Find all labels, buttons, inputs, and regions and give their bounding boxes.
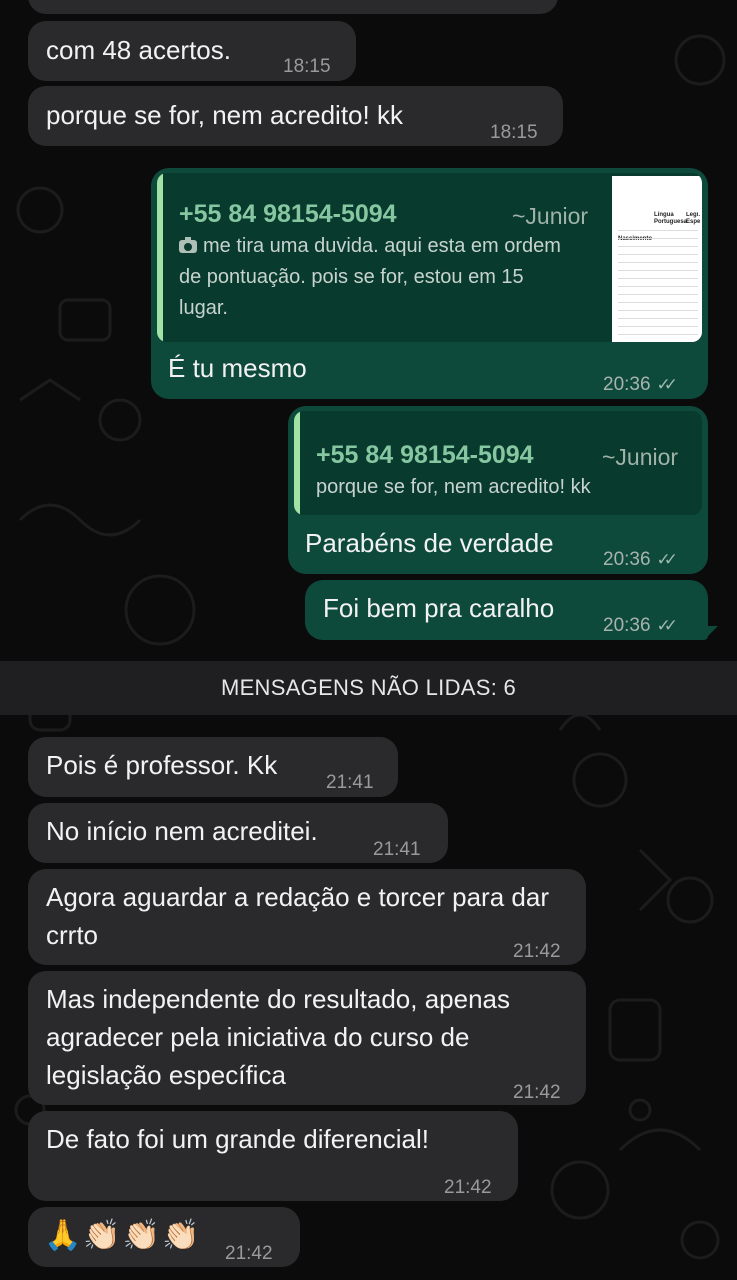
message-time: 21:41	[373, 839, 421, 860]
message-bubble-outgoing-reply[interactable]: +55 84 98154-5094 ~Junior porque se for,…	[288, 406, 708, 574]
image-thumbnail[interactable]: Nascimento Língua Portuguesa Legi. Espe	[612, 176, 702, 342]
message-text: De fato foi um grande diferencial!	[46, 1124, 429, 1154]
quoted-sender-phone: +55 84 98154-5094	[179, 200, 397, 228]
camera-icon	[179, 237, 197, 253]
message-time-value: 20:36	[603, 374, 651, 395]
message-time: 20:36 ✓✓	[603, 366, 678, 404]
double-check-icon: ✓✓	[656, 616, 678, 635]
thumbnail-row	[618, 286, 698, 287]
quoted-message[interactable]: +55 84 98154-5094 ~Junior porque se for,…	[294, 411, 702, 515]
message-text: com 48 acertos.	[46, 35, 231, 65]
quoted-sender-name: ~Junior	[512, 203, 589, 229]
message-text: Foi bem pra caralho	[323, 593, 555, 623]
bubble-tail	[704, 626, 718, 640]
message-bubble-partial[interactable]	[28, 0, 558, 14]
message-text: Pois é professor. Kk	[46, 750, 278, 780]
message-bubble-incoming[interactable]: Agora aguardar a redação e torcer para d…	[28, 869, 586, 965]
thumbnail-header: Legi. Espe	[686, 212, 701, 225]
message-time: 21:41	[326, 772, 374, 793]
quoted-text: porque se for, nem acredito! kk	[316, 476, 591, 498]
message-bubble-incoming[interactable]: 🙏👏🏻👏🏻👏🏻 21:42	[28, 1207, 300, 1267]
thumbnail-row	[618, 294, 698, 295]
message-time: 21:42	[444, 1177, 492, 1198]
quoted-message[interactable]: +55 84 98154-5094 ~Junior me tira uma du…	[157, 173, 702, 342]
message-text: porque se for, nem acredito! kk	[46, 100, 403, 130]
quote-accent-bar	[157, 173, 163, 342]
thumbnail-row	[618, 262, 698, 263]
message-text: Mas independente do resultado, apenas ag…	[46, 984, 511, 1090]
double-check-icon: ✓✓	[656, 550, 678, 569]
thumbnail-header: Nascimento	[618, 236, 653, 242]
message-time: 18:15	[490, 122, 538, 143]
message-time: 18:15	[283, 56, 331, 77]
message-text: Agora aguardar a redação e torcer para d…	[46, 882, 549, 950]
message-time: 20:36 ✓✓	[603, 607, 678, 645]
thumbnail-row	[618, 230, 698, 231]
message-bubble-incoming[interactable]: No início nem acreditei. 21:41	[28, 803, 448, 863]
emoji-message: 🙏👏🏻👏🏻👏🏻	[44, 1219, 202, 1252]
quoted-text: me tira uma duvida. aqui esta em ordem d…	[179, 235, 561, 319]
message-bubble-incoming[interactable]: com 48 acertos. 18:15	[28, 21, 356, 81]
thumbnail-row	[618, 310, 698, 311]
message-text: No início nem acreditei.	[46, 816, 318, 846]
thumbnail-row	[618, 334, 698, 335]
thumbnail-row	[618, 318, 698, 319]
thumbnail-row	[618, 302, 698, 303]
message-bubble-incoming[interactable]: De fato foi um grande diferencial! 21:42	[28, 1111, 518, 1201]
message-time-value: 20:36	[603, 615, 651, 636]
thumbnail-header: Língua Portuguesa	[654, 212, 688, 225]
message-time: 21:42	[513, 941, 561, 962]
message-time: 21:42	[513, 1082, 561, 1103]
message-text: Parabéns de verdade	[305, 528, 554, 558]
message-time-value: 20:36	[603, 549, 651, 570]
message-text: É tu mesmo	[168, 353, 307, 383]
quoted-sender-phone: +55 84 98154-5094	[316, 441, 534, 469]
quoted-text-block: me tira uma duvida. aqui esta em ordem d…	[179, 231, 569, 324]
message-time: 20:36 ✓✓	[603, 541, 678, 579]
thumbnail-row	[618, 238, 698, 239]
thumbnail-row	[618, 326, 698, 327]
message-bubble-outgoing[interactable]: Foi bem pra caralho 20:36 ✓✓	[305, 580, 708, 640]
quoted-sender-name: ~Junior	[602, 444, 679, 470]
thumbnail-row	[618, 246, 698, 247]
unread-messages-divider: MENSAGENS NÃO LIDAS: 6	[0, 661, 737, 715]
message-bubble-incoming[interactable]: porque se for, nem acredito! kk 18:15	[28, 86, 563, 146]
message-bubble-incoming[interactable]: Mas independente do resultado, apenas ag…	[28, 971, 586, 1105]
quote-accent-bar	[294, 411, 300, 515]
thumbnail-row	[618, 270, 698, 271]
double-check-icon: ✓✓	[656, 375, 678, 394]
message-bubble-outgoing-reply[interactable]: +55 84 98154-5094 ~Junior me tira uma du…	[151, 168, 708, 399]
message-bubble-incoming[interactable]: Pois é professor. Kk 21:41	[28, 737, 398, 797]
thumbnail-row	[618, 254, 698, 255]
message-time: 21:42	[225, 1243, 273, 1264]
thumbnail-row	[618, 278, 698, 279]
